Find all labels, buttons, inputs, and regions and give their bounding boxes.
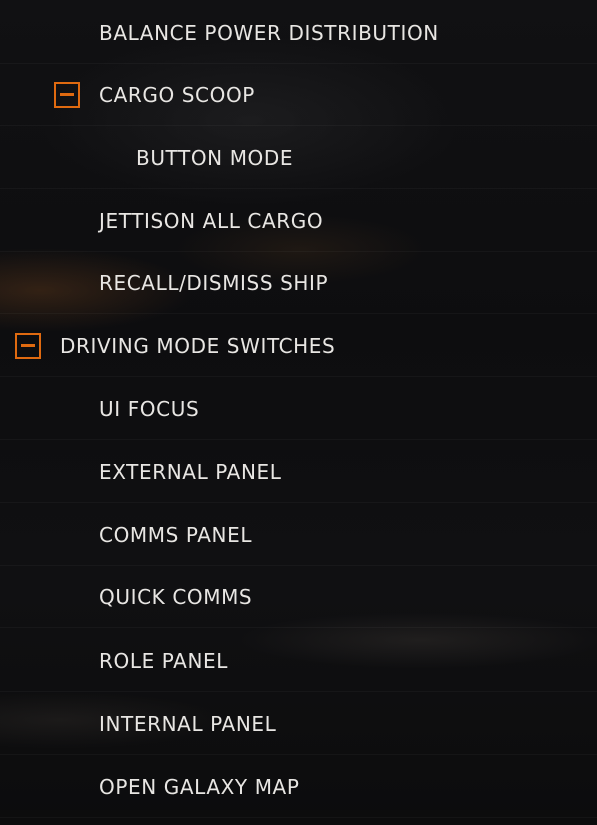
collapse-minus-icon[interactable] [15,332,41,359]
list-item-quick-comms[interactable]: QUICK COMMS [0,566,597,628]
list-item-label: QUICK COMMS [99,584,253,609]
list-item-open-galaxy-map[interactable]: OPEN GALAXY MAP [0,756,597,818]
list-item-recall-dismiss-ship[interactable]: RECALL/DISMISS SHIP [0,252,597,314]
list-item-label: RECALL/DISMISS SHIP [99,270,329,295]
list-item-role-panel[interactable]: ROLE PANEL [0,630,597,692]
list-item-label: COMMS PANEL [99,522,253,547]
list-item-label: UI FOCUS [99,396,200,421]
list-item-label: EXTERNAL PANEL [99,459,282,484]
collapse-minus-icon[interactable] [54,81,80,108]
list-item-comms-panel[interactable]: COMMS PANEL [0,504,597,566]
list-item-label: BALANCE POWER DISTRIBUTION [99,20,439,45]
list-item-balance-power-distribution[interactable]: BALANCE POWER DISTRIBUTION [0,2,597,64]
list-item-label: BUTTON MODE [136,145,294,170]
list-item-label: INTERNAL PANEL [99,711,277,736]
section-header-driving-mode-switches[interactable]: DRIVING MODE SWITCHES [0,315,597,377]
list-item-external-panel[interactable]: EXTERNAL PANEL [0,441,597,503]
list-item-label: ROLE PANEL [99,648,228,673]
list-item-label: OPEN GALAXY MAP [99,774,300,799]
list-item-button-mode[interactable]: BUTTON MODE [0,127,597,189]
section-header-label: CARGO SCOOP [99,82,255,107]
section-header-cargo-scoop[interactable]: CARGO SCOOP [0,64,597,126]
list-item-label: JETTISON ALL CARGO [99,208,324,233]
list-item-ui-focus[interactable]: UI FOCUS [0,378,597,440]
list-item-jettison-all-cargo[interactable]: JETTISON ALL CARGO [0,190,597,252]
list-item-internal-panel[interactable]: INTERNAL PANEL [0,693,597,755]
controls-list: BALANCE POWER DISTRIBUTION CARGO SCOOP B… [0,0,597,825]
section-header-label: DRIVING MODE SWITCHES [60,333,336,358]
